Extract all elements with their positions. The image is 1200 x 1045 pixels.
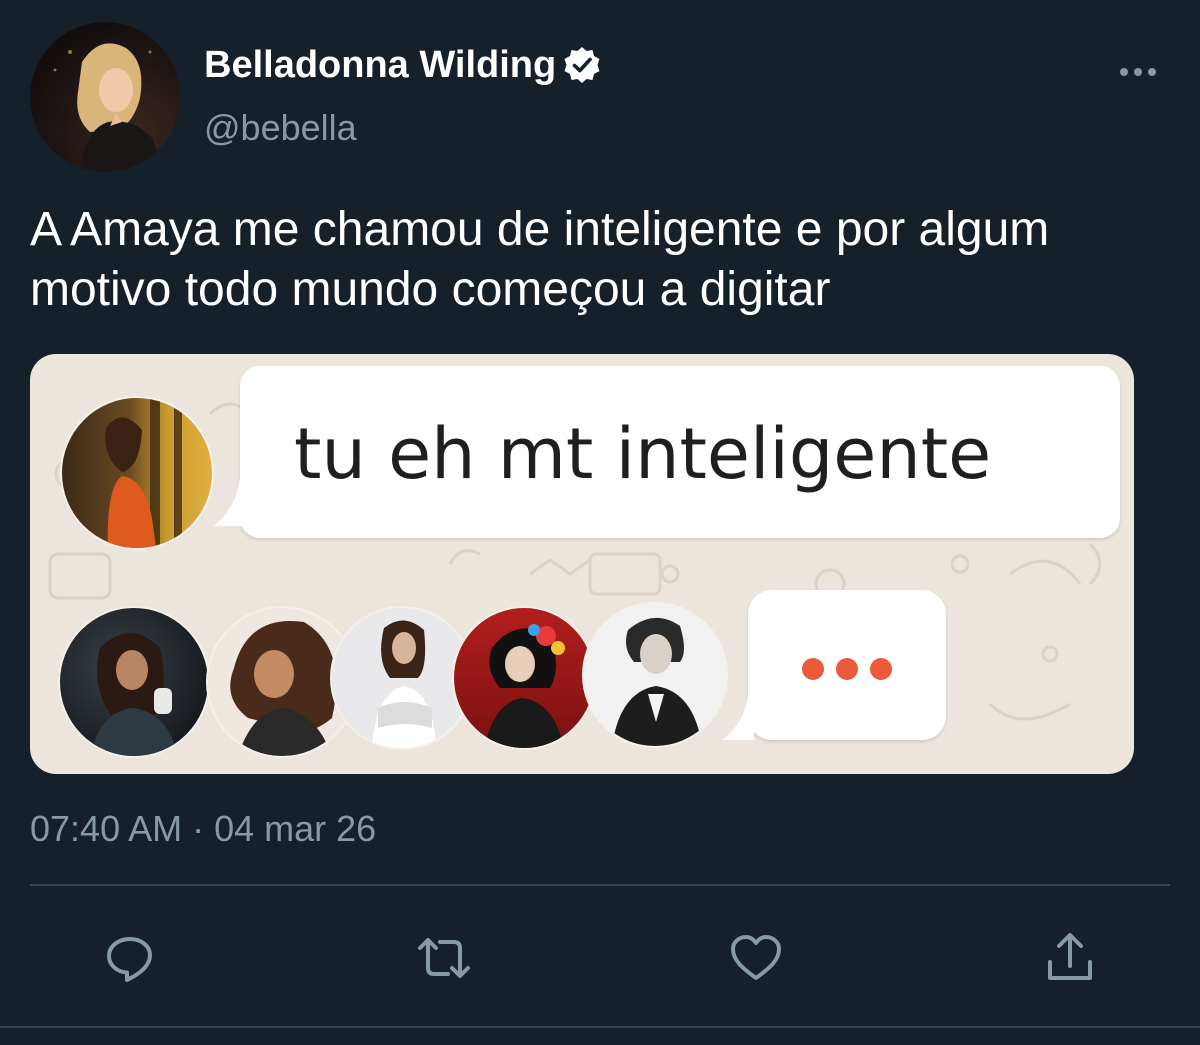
tweet-date: 04 mar 26 — [214, 808, 377, 849]
typing-dot — [870, 658, 892, 680]
share-icon[interactable] — [1042, 930, 1098, 986]
tweet-time: 07:40 AM — [30, 808, 183, 849]
bottom-divider — [0, 1026, 1200, 1028]
heart-icon[interactable] — [728, 930, 784, 986]
divider — [30, 884, 1170, 886]
verified-badge-icon — [562, 45, 602, 85]
more-horizontal-icon[interactable] — [1116, 54, 1160, 90]
timestamp-separator: · — [192, 808, 205, 849]
display-name-text: Belladonna Wilding — [204, 44, 557, 86]
chat-message-text: tu eh mt inteligente — [294, 413, 992, 495]
tweet-text: A Amaya me chamou de inteligente e por a… — [30, 203, 1050, 316]
author-handle[interactable]: @bebella — [204, 104, 357, 152]
tweet-media-image[interactable]: tu eh mt inteligente — [30, 354, 1134, 774]
typing-dot — [836, 658, 858, 680]
typing-dot — [802, 658, 824, 680]
retweet-icon[interactable] — [416, 930, 472, 986]
typing-user-avatar — [582, 602, 728, 748]
typing-indicator-bubble — [722, 590, 946, 740]
tweet-timestamp[interactable]: 07:40 AM · 04 mar 26 — [30, 806, 376, 852]
author-display-name[interactable]: Belladonna Wilding — [204, 40, 602, 90]
typing-user-avatar — [452, 606, 596, 750]
sender-avatar — [60, 396, 214, 550]
reply-icon[interactable] — [102, 930, 158, 986]
author-avatar[interactable] — [30, 22, 180, 172]
typing-user-avatar — [58, 606, 210, 758]
